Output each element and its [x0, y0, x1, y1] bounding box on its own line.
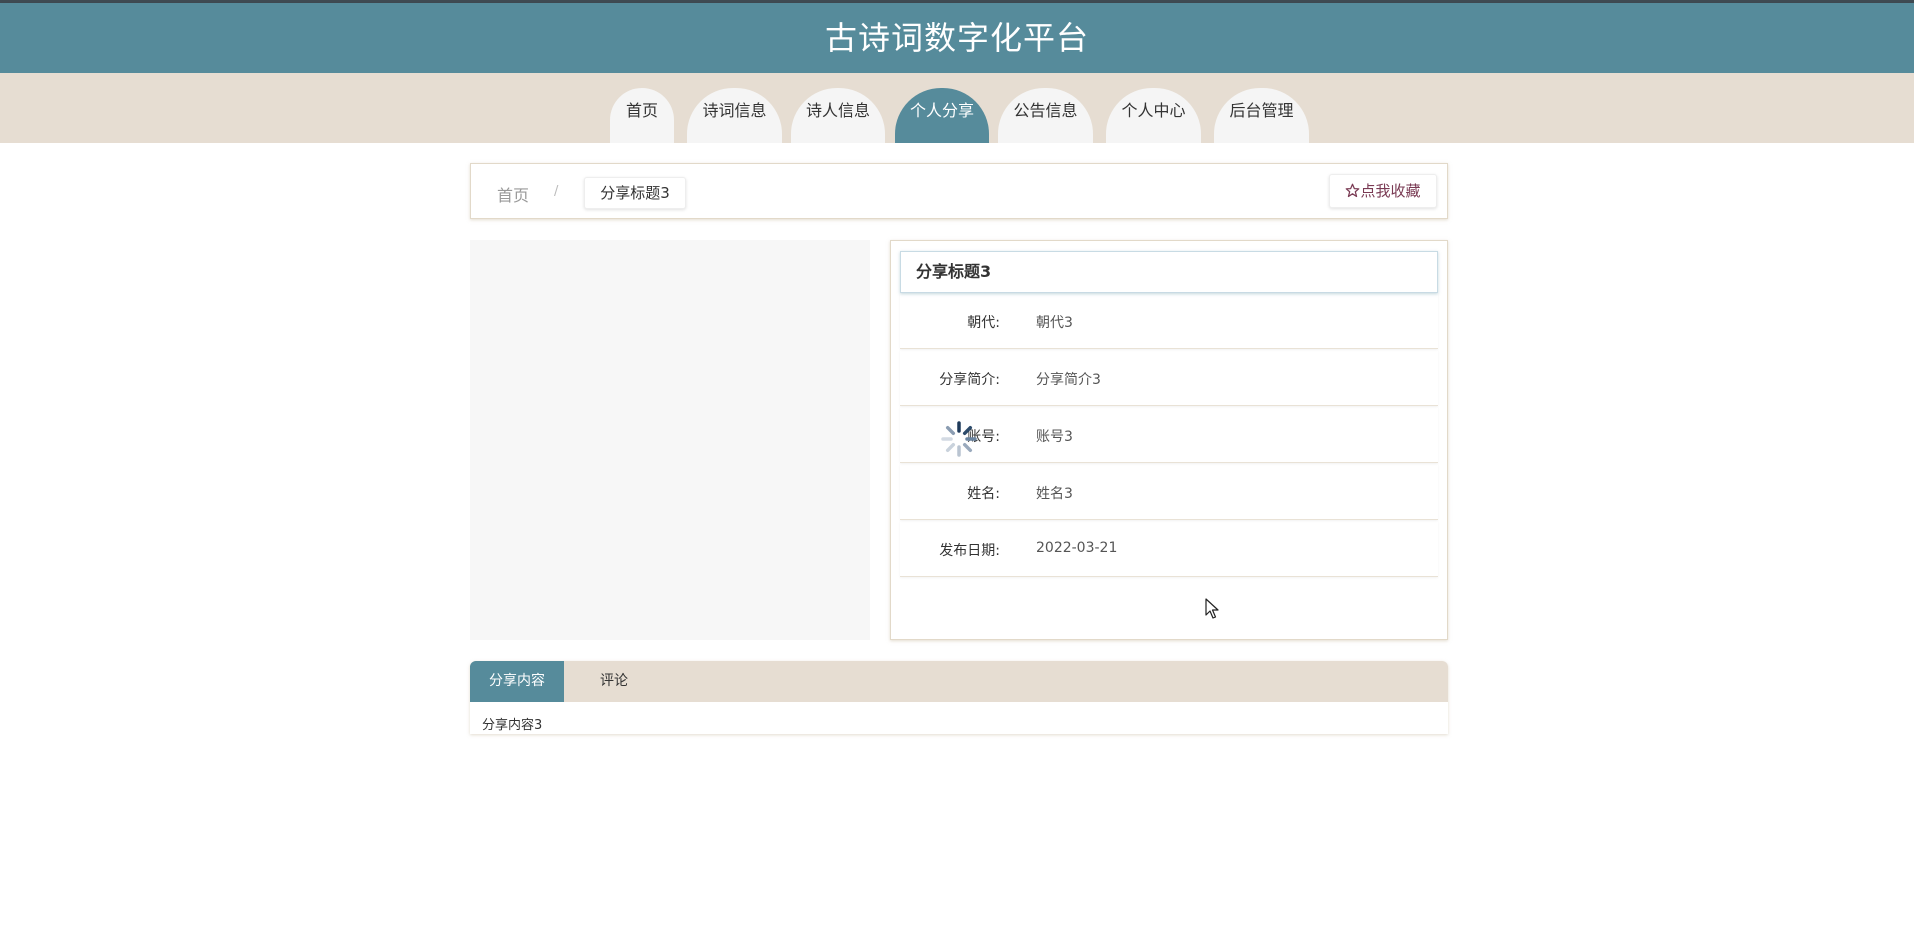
nav-poems[interactable]: 诗词信息 [687, 88, 782, 143]
nav-user-center[interactable]: 个人中心 [1106, 88, 1201, 143]
breadcrumb-home[interactable]: 首页 [497, 182, 529, 206]
tab-bar: 分享内容 评论 [470, 661, 1448, 702]
detail-title: 分享标题3 [900, 251, 1438, 293]
share-image [470, 240, 870, 640]
tab-comments[interactable]: 评论 [564, 661, 664, 702]
detail-row-publish-date: 发布日期: 2022-03-21 [900, 521, 1438, 577]
detail-row-account: 账号: 账号3 [900, 407, 1438, 463]
breadcrumb: 首页 / 分享标题3 点我收藏 [470, 163, 1448, 219]
detail-value: 2022-03-21 [1036, 540, 1118, 556]
detail-label: 分享简介: [939, 372, 1000, 388]
detail-value: 姓名3 [1036, 486, 1073, 502]
site-title: 古诗词数字化平台 [824, 19, 1089, 57]
detail-row-name: 姓名: 姓名3 [900, 464, 1438, 520]
nav-admin[interactable]: 后台管理 [1214, 88, 1309, 143]
content-tabs: 分享内容 评论 分享内容3 [470, 661, 1448, 734]
detail-value: 分享简介3 [1036, 372, 1101, 388]
detail-label: 发布日期: [939, 543, 1000, 559]
nav-personal-share[interactable]: 个人分享 [895, 88, 989, 143]
breadcrumb-current: 分享标题3 [584, 177, 686, 209]
detail-label: 姓名: [967, 486, 1000, 502]
detail-row-dynasty: 朝代: 朝代3 [900, 293, 1438, 349]
main-nav: 首页 诗词信息 诗人信息 个人分享 公告信息 个人中心 后台管理 [0, 73, 1914, 143]
star-outline-icon [1346, 183, 1360, 198]
favorite-button[interactable]: 点我收藏 [1329, 174, 1437, 208]
site-header: 古诗词数字化平台 [0, 3, 1914, 73]
tab-content-text: 分享内容3 [482, 718, 543, 733]
tab-share-content[interactable]: 分享内容 [470, 661, 564, 702]
detail-label: 朝代: [967, 315, 1000, 331]
favorite-label: 点我收藏 [1360, 182, 1421, 200]
detail-value: 朝代3 [1036, 315, 1073, 331]
breadcrumb-separator: / [554, 184, 559, 199]
detail-row-summary: 分享简介: 分享简介3 [900, 350, 1438, 406]
detail-value: 账号3 [1036, 429, 1073, 445]
loading-spinner-icon [941, 421, 977, 457]
nav-home[interactable]: 首页 [610, 88, 674, 143]
nav-announcements[interactable]: 公告信息 [998, 88, 1093, 143]
mouse-cursor-icon [1205, 598, 1219, 619]
nav-poets[interactable]: 诗人信息 [791, 88, 885, 143]
